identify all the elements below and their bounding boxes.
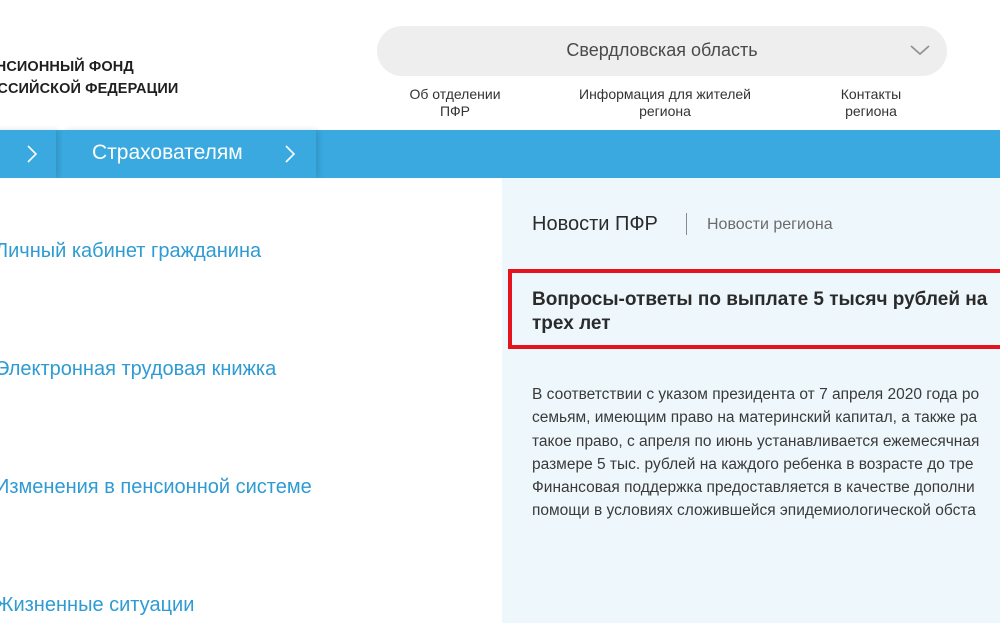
- news-body-line: помощи в условиях сложившейся эпидемиоло…: [532, 502, 976, 520]
- tab-divider: [686, 213, 687, 235]
- breadcrumb-label[interactable]: Страхователям: [92, 141, 243, 165]
- news-headline[interactable]: Вопросы-ответы по выплате 5 тысяч рублей…: [532, 288, 1000, 336]
- page: ЕНСИОННЫЙ ФОНД ОССИЙСКОЙ ФЕДЕРАЦИИ Сверд…: [0, 0, 1000, 623]
- news-headline-line-2: трех лет: [532, 313, 611, 334]
- nav-link-contacts[interactable]: Контакты региона: [821, 86, 921, 120]
- news-body-line: семьям, имеющим право на материнский кап…: [532, 409, 978, 427]
- news-body-line: В соответствии с указом президента от 7 …: [532, 386, 980, 403]
- news-body-line: такое право, с апреля по июнь устанавлив…: [532, 432, 980, 450]
- nav-link-info[interactable]: Информация для жителей региона: [565, 86, 765, 120]
- breadcrumb-item-home[interactable]: [0, 130, 56, 178]
- nav-contacts-line-1: Контакты: [840, 86, 902, 102]
- nav-about-line-2: ПФР: [439, 103, 471, 119]
- region-select-value: Свердловская область: [566, 40, 758, 60]
- news-body-line: размере 5 тыс. рублей на каждого ребенка…: [532, 455, 974, 473]
- logo-line-1: ЕНСИОННЫЙ ФОНД: [0, 59, 134, 75]
- nav-about-line-1: Об отделении: [409, 86, 501, 102]
- logo[interactable]: ЕНСИОННЫЙ ФОНД ОССИЙСКОЙ ФЕДЕРАЦИИ: [0, 56, 178, 100]
- news-body-line: Финансовая поддержка предоставляется в к…: [532, 479, 975, 497]
- menu-item-life-situations[interactable]: Жизненные ситуации: [0, 594, 194, 617]
- menu-item-personal-account[interactable]: Личный кабинет гражданина: [0, 240, 261, 263]
- side-menu: Личный кабинет гражданина Электронная тр…: [0, 178, 502, 623]
- news-body: В соответствии с указом президента от 7 …: [532, 383, 1000, 523]
- menu-item-pension-changes[interactable]: Изменения в пенсионной системе: [0, 476, 312, 499]
- tab-pfr-news[interactable]: Новости ПФР: [532, 213, 658, 236]
- chevron-right-icon: [27, 145, 38, 163]
- logo-line-2: ОССИЙСКОЙ ФЕДЕРАЦИИ: [0, 81, 179, 97]
- menu-item-work-book[interactable]: Электронная трудовая книжка: [0, 358, 276, 381]
- chevron-right-icon: [285, 145, 296, 163]
- nav-info-line-1: Информация для жителей: [579, 86, 751, 102]
- region-select[interactable]: Свердловская область: [377, 26, 947, 76]
- site-header: ЕНСИОННЫЙ ФОНД ОССИЙСКОЙ ФЕДЕРАЦИИ Сверд…: [0, 0, 1000, 130]
- tab-region-news[interactable]: Новости региона: [707, 216, 833, 234]
- news-headline-line-1: Вопросы-ответы по выплате 5 тысяч рублей…: [532, 289, 988, 310]
- chevron-down-icon: [910, 45, 930, 56]
- nav-contacts-line-2: региона: [845, 103, 897, 119]
- nav-link-about[interactable]: Об отделении ПФР: [395, 86, 515, 120]
- nav-info-line-2: региона: [639, 103, 691, 119]
- news-panel: Новости ПФР Новости региона Вопросы-отве…: [502, 178, 1000, 623]
